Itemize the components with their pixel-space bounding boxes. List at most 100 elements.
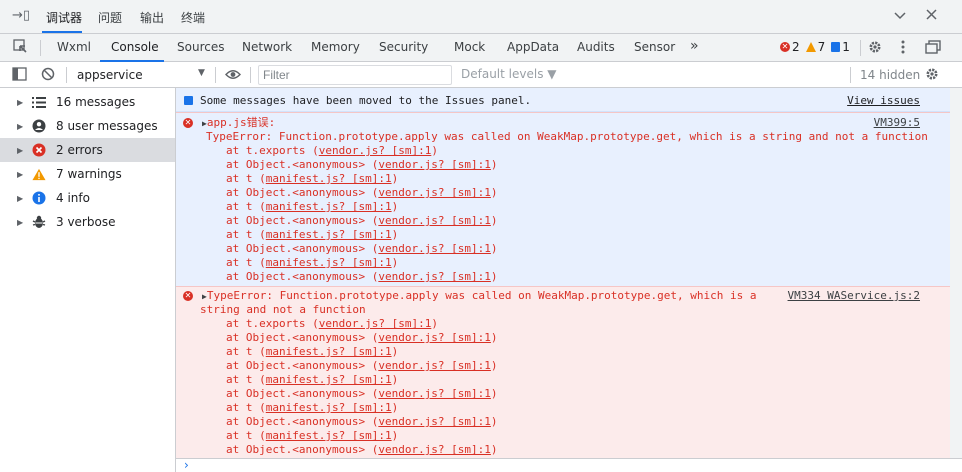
tab-network[interactable]: Network xyxy=(242,40,292,54)
filter-input[interactable] xyxy=(258,65,452,85)
stack-frame-location-link[interactable]: manifest.js? [sm]:1 xyxy=(266,228,392,241)
expand-arrow-icon[interactable]: ▶ xyxy=(17,218,23,227)
paren: ) xyxy=(490,270,498,283)
paren: ) xyxy=(391,256,399,269)
stack-frame-caller: at Object.<anonymous> xyxy=(226,158,366,171)
stack-frame-caller: at Object.<anonymous> xyxy=(226,359,366,372)
log-levels-dropdown[interactable]: Default levels ▼ xyxy=(461,67,557,81)
sidebar-item-info[interactable]: ▶ 4 info xyxy=(0,186,175,210)
tab-wxml[interactable]: Wxml xyxy=(57,40,91,54)
context-selector[interactable]: appservice xyxy=(77,68,143,82)
stack-frame-location-link[interactable]: manifest.js? [sm]:1 xyxy=(266,256,392,269)
tab-audits[interactable]: Audits xyxy=(577,40,615,54)
undock-icon[interactable] xyxy=(925,40,941,58)
close-icon[interactable] xyxy=(926,9,937,24)
stack-frame-location-link[interactable]: vendor.js? [sm]:1 xyxy=(378,387,491,400)
filterbar-divider xyxy=(66,67,67,83)
stack-frame-location-link[interactable]: manifest.js? [sm]:1 xyxy=(266,172,392,185)
clear-console-icon[interactable] xyxy=(41,67,55,85)
issues-moved-notice: Some messages have been moved to the Iss… xyxy=(176,88,950,112)
paren: ( xyxy=(252,228,266,241)
expand-arrow-icon[interactable]: ▶ xyxy=(17,146,23,155)
expand-arrow-icon[interactable]: ▶ xyxy=(17,194,23,203)
error-source-link[interactable]: VM334 WAService.js:2 xyxy=(788,289,920,302)
paren: ) xyxy=(490,331,498,344)
sidebar-toggle-icon[interactable] xyxy=(12,67,27,85)
console-output: Some messages have been moved to the Iss… xyxy=(176,88,962,472)
stack-frame-location-link[interactable]: manifest.js? [sm]:1 xyxy=(266,200,392,213)
stack-frame: at t (manifest.js? [sm]:1) xyxy=(226,345,398,359)
stack-frame-location-link[interactable]: manifest.js? [sm]:1 xyxy=(266,345,392,358)
tab-terminal[interactable]: 终端 xyxy=(181,9,205,26)
stack-frame-location-link[interactable]: vendor.js? [sm]:1 xyxy=(378,242,491,255)
stack-frame-location-link[interactable]: vendor.js? [sm]:1 xyxy=(319,144,432,157)
expand-arrow-icon[interactable]: ▶ xyxy=(17,122,23,131)
kebab-menu-icon[interactable] xyxy=(901,40,905,58)
tab-mock[interactable]: Mock xyxy=(454,40,485,54)
stack-frame-location-link[interactable]: manifest.js? [sm]:1 xyxy=(266,429,392,442)
console-prompt[interactable]: › xyxy=(176,458,962,472)
chevron-down-icon[interactable] xyxy=(894,9,906,24)
stack-frame: at t (manifest.js? [sm]:1) xyxy=(226,228,398,242)
expand-arrow-icon[interactable]: ▶ xyxy=(17,98,23,107)
stack-frame: at Object.<anonymous> (vendor.js? [sm]:1… xyxy=(226,242,498,256)
inspect-element-icon[interactable] xyxy=(13,39,28,58)
stack-frame-location-link[interactable]: vendor.js? [sm]:1 xyxy=(378,158,491,171)
tab-console[interactable]: Console xyxy=(111,40,159,54)
sidebar-item-verbose[interactable]: ▶ 3 verbose xyxy=(0,210,175,234)
console-scrollbar[interactable] xyxy=(950,88,962,458)
stack-frame-location-link[interactable]: manifest.js? [sm]:1 xyxy=(266,401,392,414)
tab-appdata[interactable]: AppData xyxy=(507,40,559,54)
stack-frame: at Object.<anonymous> (vendor.js? [sm]:1… xyxy=(226,331,498,345)
tab-sensor[interactable]: Sensor xyxy=(634,40,675,54)
sidebar-item-warnings[interactable]: ▶ 7 warnings xyxy=(0,162,175,186)
tab-memory[interactable]: Memory xyxy=(311,40,360,54)
paren: ) xyxy=(431,144,438,157)
active-tab-indicator xyxy=(42,31,82,33)
stack-frame-location-link[interactable]: vendor.js? [sm]:1 xyxy=(378,443,491,456)
sidebar-item-errors[interactable]: ▶ 2 errors xyxy=(0,138,175,162)
tab-debugger[interactable]: 调试器 xyxy=(46,9,82,26)
sidebar-item-messages[interactable]: ▶ 16 messages xyxy=(0,90,175,114)
error-count-icon: ✕ xyxy=(780,42,790,52)
expand-arrow-icon[interactable]: ▶ xyxy=(17,170,23,179)
error-message-line1[interactable]: ▶TypeError: Function.prototype.apply was… xyxy=(202,289,757,304)
tab-security[interactable]: Security xyxy=(379,40,428,54)
stack-frame-location-link[interactable]: vendor.js? [sm]:1 xyxy=(378,214,491,227)
context-caret-icon[interactable]: ▼ xyxy=(198,68,205,78)
view-issues-link[interactable]: View issues xyxy=(847,94,920,107)
tab-output[interactable]: 输出 xyxy=(140,9,164,26)
paren: ( xyxy=(305,144,319,157)
stack-frame-location-link[interactable]: vendor.js? [sm]:1 xyxy=(378,331,491,344)
error-title[interactable]: ▶app.js错误: xyxy=(202,116,275,131)
eye-icon[interactable] xyxy=(225,68,241,84)
stack-frame-caller: at t.exports xyxy=(226,317,306,330)
stack-frame: at Object.<anonymous> (vendor.js? [sm]:1… xyxy=(226,158,498,172)
error-source-link[interactable]: VM399:5 xyxy=(874,116,920,129)
paren: ) xyxy=(490,443,498,456)
tabbar-divider xyxy=(40,40,41,56)
gear-icon[interactable] xyxy=(868,40,882,58)
stack-frame-location-link[interactable]: manifest.js? [sm]:1 xyxy=(266,373,392,386)
stack-frame: at t (manifest.js? [sm]:1) xyxy=(226,256,398,270)
gear-icon[interactable] xyxy=(925,67,939,85)
paren: ) xyxy=(391,200,399,213)
stack-frame: at t (manifest.js? [sm]:1) xyxy=(226,401,398,415)
sidebar-item-user-messages[interactable]: ▶ 8 user messages xyxy=(0,114,175,138)
stack-frame: at Object.<anonymous> (vendor.js? [sm]:1… xyxy=(226,443,498,457)
paren: ) xyxy=(391,345,399,358)
stack-frame-location-link[interactable]: vendor.js? [sm]:1 xyxy=(378,359,491,372)
stack-frame-location-link[interactable]: vendor.js? [sm]:1 xyxy=(378,270,491,283)
issue-counters[interactable]: ✕ 2 7 1 xyxy=(780,40,850,54)
stack-frame-location-link[interactable]: vendor.js? [sm]:1 xyxy=(378,415,491,428)
tab-problems[interactable]: 问题 xyxy=(98,9,122,26)
sidebar-item-label: 7 warnings xyxy=(56,167,122,181)
stack-frame: at Object.<anonymous> (vendor.js? [sm]:1… xyxy=(226,387,498,401)
stack-frame-location-link[interactable]: vendor.js? [sm]:1 xyxy=(319,317,432,330)
stack-frame-location-link[interactable]: vendor.js? [sm]:1 xyxy=(378,186,491,199)
dock-side-icon[interactable]: →▯ xyxy=(12,8,30,23)
paren: ) xyxy=(490,415,498,428)
console-sidebar: ▶ 16 messages ▶ 8 user messages ▶ 2 erro… xyxy=(0,88,176,472)
tab-sources[interactable]: Sources xyxy=(177,40,224,54)
more-tabs-button[interactable]: » xyxy=(690,38,699,54)
